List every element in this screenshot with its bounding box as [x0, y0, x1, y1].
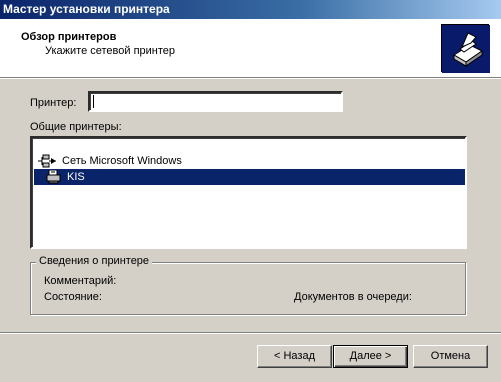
printer-info-title: Сведения о принтере [36, 255, 153, 267]
printer-server-icon [46, 169, 62, 184]
text-caret [93, 95, 94, 108]
tree-item-kis[interactable]: KIS [34, 169, 465, 185]
comment-label: Комментарий: [44, 275, 117, 287]
header-title: Обзор принтеров [21, 31, 117, 43]
title-bar[interactable]: Мастер установки принтера [0, 0, 501, 19]
next-button[interactable]: Далее > [333, 345, 408, 368]
state-label: Состояние: [44, 291, 102, 303]
cancel-button[interactable]: Отмена [413, 345, 488, 368]
footer-divider-highlight [0, 333, 501, 334]
wizard-header: Обзор принтеров Укажите сетевой принтер [0, 19, 501, 77]
printer-field-label: Принтер: [30, 97, 77, 109]
printer-name-input[interactable] [88, 91, 343, 112]
header-divider-highlight [0, 78, 501, 79]
tree-item-label: Сеть Microsoft Windows [62, 155, 182, 167]
window-title: Мастер установки принтера [3, 2, 170, 16]
network-icon [38, 154, 58, 168]
tree-item-label: KIS [67, 171, 85, 183]
wizard-window: Мастер установки принтера Обзор принтеро… [0, 0, 501, 382]
back-button[interactable]: < Назад [257, 345, 332, 368]
printer-info-group [30, 262, 466, 315]
header-subtitle: Укажите сетевой принтер [45, 45, 176, 57]
printer-wizard-icon [441, 24, 490, 73]
queue-label: Документов в очереди: [294, 291, 412, 303]
shared-printers-label: Общие принтеры: [30, 121, 122, 133]
shared-printers-tree[interactable]: Сеть Microsoft Windows KIS [30, 136, 467, 249]
